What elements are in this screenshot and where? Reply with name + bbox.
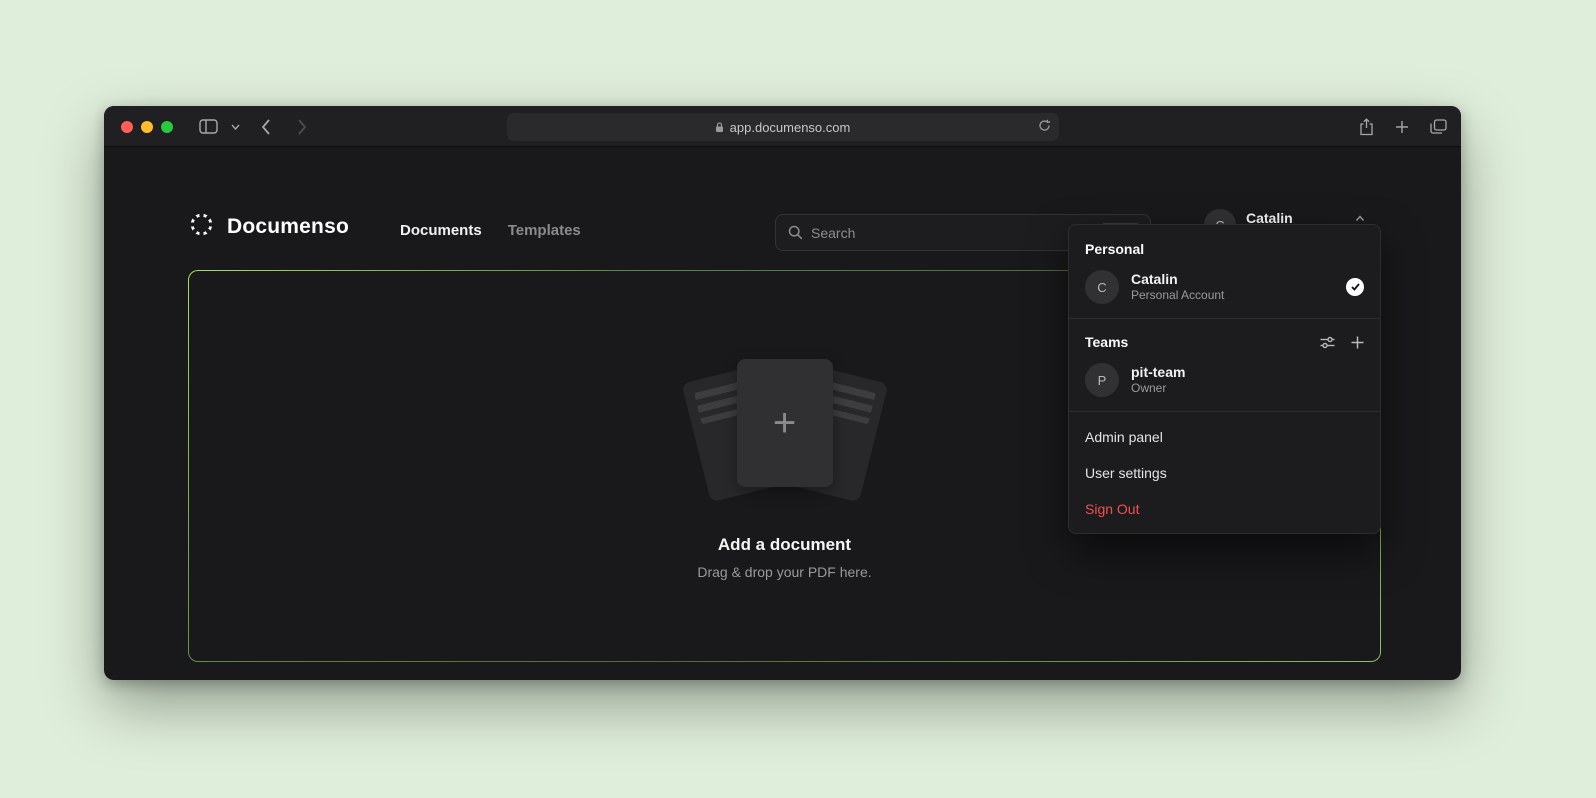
documenso-logo-icon: [188, 211, 215, 243]
lock-icon: [715, 122, 724, 133]
nav-templates[interactable]: Templates: [508, 222, 581, 239]
personal-account-item[interactable]: C Catalin Personal Account: [1069, 263, 1380, 311]
create-team-icon[interactable]: [1351, 336, 1364, 349]
url-text: app.documenso.com: [730, 120, 851, 135]
share-icon[interactable]: [1355, 106, 1377, 147]
selected-check-icon: [1346, 278, 1364, 296]
account-dropdown-menu: Personal C Catalin Personal Account Team…: [1068, 224, 1381, 534]
documents-illustration: +: [665, 357, 905, 507]
browser-titlebar: app.documenso.com: [104, 106, 1461, 147]
personal-account-subtitle: Personal Account: [1131, 288, 1224, 303]
tab-overview-icon[interactable]: [1427, 106, 1449, 147]
menu-divider: [1069, 411, 1380, 412]
personal-section-label: Personal: [1069, 231, 1380, 263]
sign-out-menu-item[interactable]: Sign Out: [1069, 491, 1380, 527]
brand-name: Documenso: [227, 215, 349, 239]
address-bar[interactable]: app.documenso.com: [507, 113, 1059, 141]
nav-documents[interactable]: Documents: [400, 222, 482, 239]
primary-nav: Documents Templates: [400, 222, 581, 239]
personal-account-avatar: C: [1085, 270, 1119, 304]
forward-button[interactable]: [292, 106, 312, 147]
sidebar-chevron-down-icon[interactable]: [228, 106, 242, 147]
document-card-center: +: [737, 359, 833, 487]
dropzone-subtitle: Drag & drop your PDF here.: [697, 564, 871, 580]
team-role: Owner: [1131, 381, 1185, 396]
close-window-button[interactable]: [121, 121, 133, 133]
team-item[interactable]: P pit-team Owner: [1069, 356, 1380, 404]
plus-icon: +: [773, 403, 796, 443]
teams-section-header: Teams: [1069, 326, 1380, 356]
user-settings-menu-item[interactable]: User settings: [1069, 455, 1380, 491]
dropzone-title: Add a document: [718, 535, 851, 555]
personal-account-name: Catalin: [1131, 271, 1224, 288]
sidebar-toggle-icon[interactable]: [196, 106, 220, 147]
admin-panel-menu-item[interactable]: Admin panel: [1069, 419, 1380, 455]
zoom-window-button[interactable]: [161, 121, 173, 133]
refresh-icon[interactable]: [1038, 119, 1051, 135]
team-avatar: P: [1085, 363, 1119, 397]
browser-window: app.documenso.com: [104, 106, 1461, 680]
brand-logo-group[interactable]: Documenso: [188, 211, 349, 243]
window-controls: [121, 106, 173, 147]
team-name: pit-team: [1131, 364, 1185, 381]
search-input[interactable]: [811, 225, 1099, 241]
new-tab-icon[interactable]: [1391, 106, 1413, 147]
menu-divider: [1069, 318, 1380, 319]
search-icon: [788, 225, 803, 240]
manage-teams-icon[interactable]: [1320, 336, 1335, 349]
back-button[interactable]: [256, 106, 276, 147]
teams-section-label: Teams: [1085, 334, 1128, 350]
minimize-window-button[interactable]: [141, 121, 153, 133]
